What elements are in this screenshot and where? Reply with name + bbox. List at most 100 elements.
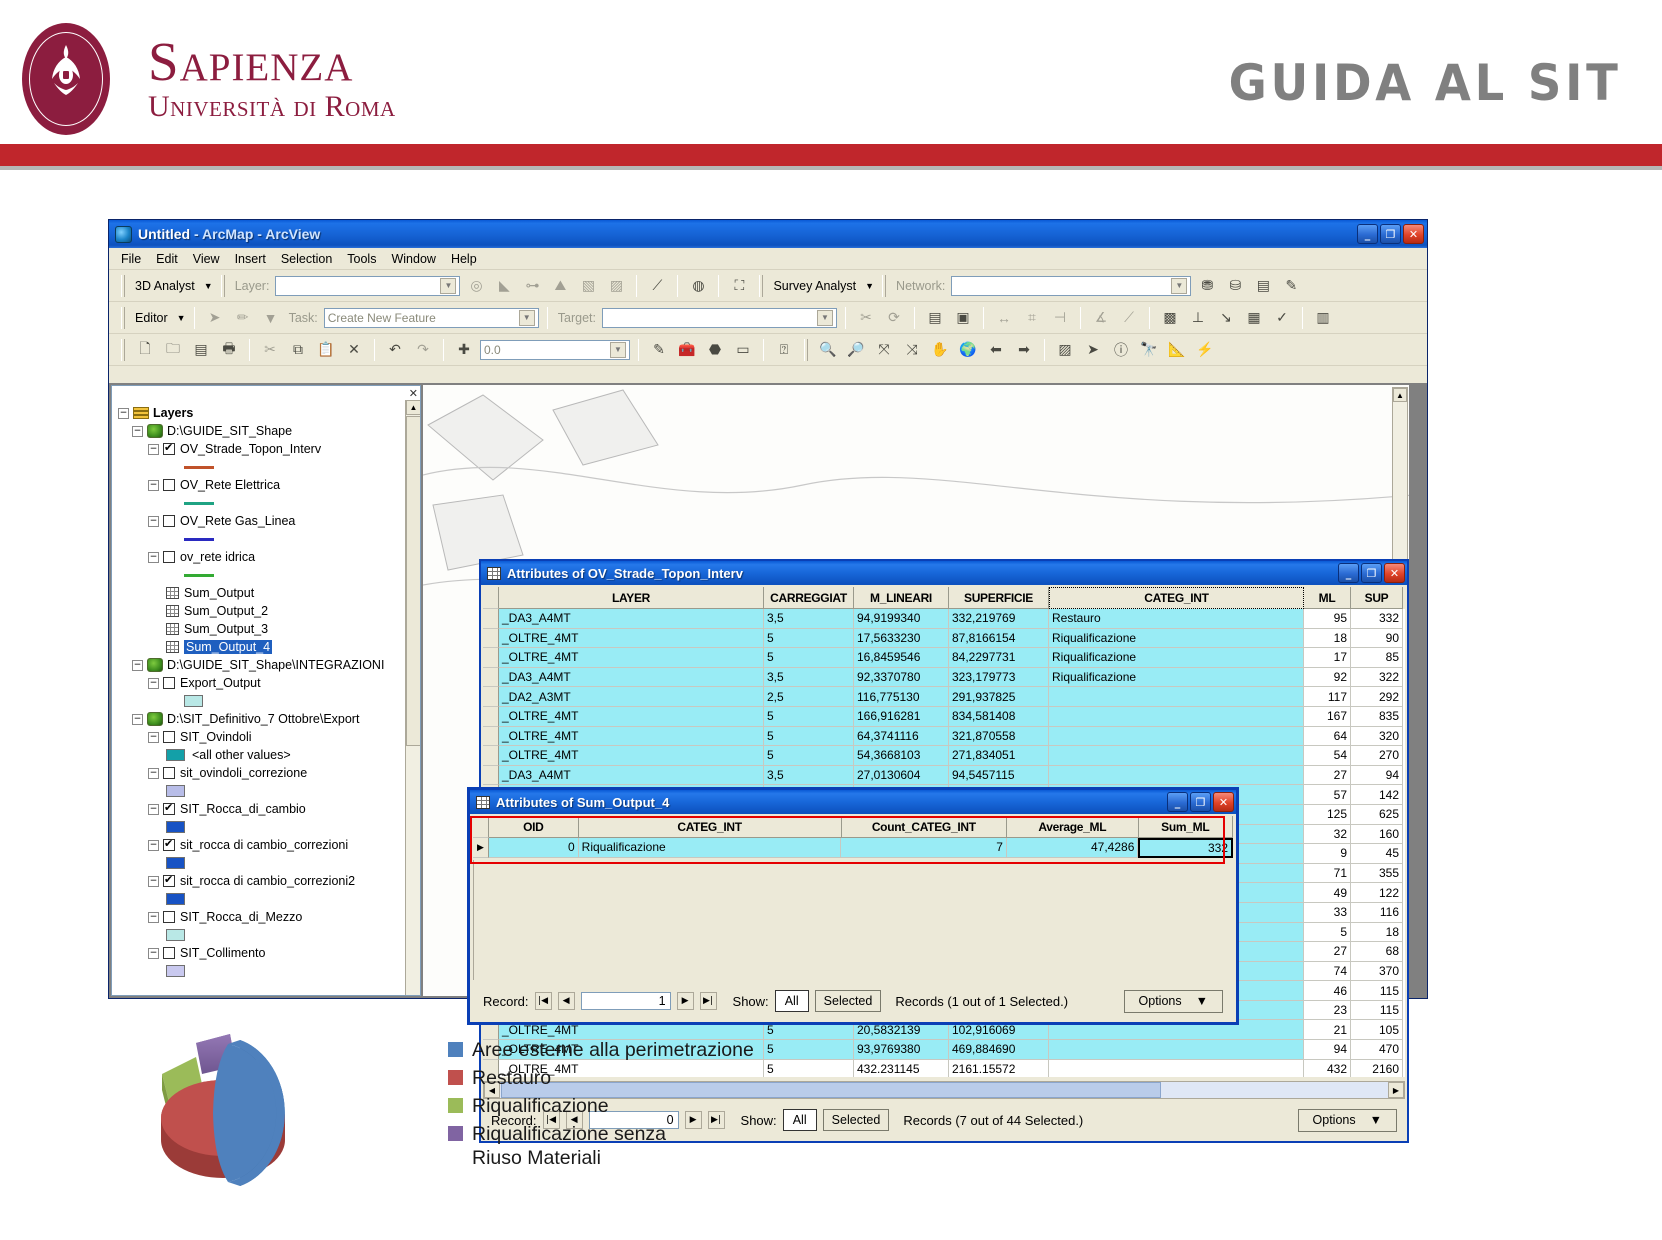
record-number-input[interactable]: 1	[580, 992, 671, 1010]
parcel-icon[interactable]: ▩	[1158, 306, 1182, 330]
layer-visibility-checkbox[interactable]	[163, 801, 175, 815]
column-header-count[interactable]: Count_CATEG_INT	[841, 816, 1008, 838]
expander-icon[interactable]: −	[132, 659, 143, 671]
first-record-button[interactable]: |◀	[534, 992, 552, 1010]
help-pointer-icon[interactable]: ⍰	[772, 338, 796, 362]
tree-table-0-1[interactable]: Sum_Output_2	[118, 602, 404, 620]
layer-visibility-checkbox[interactable]	[163, 767, 175, 779]
scroll-thumb[interactable]	[406, 416, 420, 746]
command-line-icon[interactable]: ▭	[731, 338, 755, 362]
select-elements-arrow-icon[interactable]: ➤	[1081, 338, 1105, 362]
cogo-icon[interactable]: ∡	[1089, 306, 1113, 330]
cutfill-icon[interactable]: ▨	[604, 274, 628, 298]
column-header-sup[interactable]: SUP	[1351, 587, 1403, 609]
toolbar-grip[interactable]	[804, 338, 808, 361]
row-header[interactable]	[483, 648, 499, 668]
identify-icon[interactable]: ⓘ	[1109, 338, 1133, 362]
toc-close-icon[interactable]: ✕	[409, 387, 418, 400]
tree-root-layers[interactable]: − Layers	[118, 404, 404, 422]
column-header-categ-int[interactable]: CATEG_INT	[578, 816, 842, 838]
layer-visibility-checkbox[interactable]	[163, 911, 175, 923]
cut-icon[interactable]: ✂	[258, 338, 282, 362]
chevron-down-icon[interactable]: ▼	[865, 281, 874, 291]
find-binoculars-icon[interactable]: 🔭	[1137, 338, 1161, 362]
survey-report-icon[interactable]: ▤	[1251, 274, 1275, 298]
minimize-button[interactable]: _	[1357, 224, 1378, 244]
edit-arrow-icon[interactable]: ➤	[203, 306, 227, 330]
zoom-in-icon[interactable]: 🔍	[816, 338, 840, 362]
menu-item-file[interactable]: File	[121, 252, 141, 266]
model-builder-icon[interactable]: ⬣	[703, 338, 727, 362]
tree-layer-2-2[interactable]: − SIT_Rocca_di_cambio	[118, 800, 404, 818]
expander-icon[interactable]: −	[148, 839, 159, 851]
expander-icon[interactable]: −	[148, 947, 159, 959]
save-icon[interactable]: ▤	[189, 338, 213, 362]
sketch-properties-icon[interactable]: ▣	[951, 306, 975, 330]
close-button[interactable]: ✕	[1213, 792, 1234, 812]
row-header[interactable]	[483, 628, 499, 649]
back-extent-icon[interactable]: ⬅	[984, 338, 1008, 362]
scroll-up-icon[interactable]: ▲	[1393, 388, 1407, 402]
sum-window-title-bar[interactable]: Attributes of Sum_Output_4 _ ❐ ✕	[470, 790, 1236, 814]
toolbar-grip[interactable]	[121, 274, 125, 297]
tree-layer-1-0[interactable]: − Export_Output	[118, 674, 404, 692]
traverse-icon[interactable]: ⟋	[1117, 306, 1141, 330]
rotate-icon[interactable]: ⟳	[882, 306, 906, 330]
table-row[interactable]: _OLTRE_4MT 5 17,5633230 87,8166154 Riqualifi…	[483, 628, 1405, 649]
sum-table-row[interactable]: ▶ 0 Riqualificazione 7 47,4286 332	[473, 838, 1233, 858]
network-combo[interactable]: ▼	[951, 275, 1192, 296]
row-header[interactable]	[483, 687, 499, 707]
menu-item-tools[interactable]: Tools	[347, 252, 376, 266]
print-icon[interactable]: 🖶	[217, 338, 241, 362]
sum-grid[interactable]: OID CATEG_INT Count_CATEG_INT Average_ML…	[473, 816, 1233, 860]
table-row[interactable]: _DA3_A4MT 3,5 27,0130604 94,5457115 27 94	[483, 765, 1405, 786]
last-record-button[interactable]: ▶|	[699, 992, 717, 1010]
minimize-button[interactable]: _	[1338, 563, 1359, 583]
aspect-icon[interactable]: ⊶	[520, 274, 544, 298]
arcscene-icon[interactable]: ⛶	[727, 274, 751, 298]
table-row[interactable]: _OLTRE_4MT 5 64,3741116 321,870558 64 320	[483, 726, 1405, 747]
table-row[interactable]: _OLTRE_4MT 5 16,8459546 84,2297731 Riqualifi…	[483, 648, 1405, 668]
chevron-down-icon[interactable]: ▼	[518, 309, 535, 326]
layer-combo[interactable]: ▼	[275, 275, 461, 296]
menu-item-insert[interactable]: Insert	[235, 252, 266, 266]
expander-icon[interactable]: −	[148, 731, 159, 743]
survey-edit-icon[interactable]: ✎	[1279, 274, 1303, 298]
row-header[interactable]	[483, 726, 499, 747]
split-icon[interactable]: ✂	[854, 306, 878, 330]
curve-icon[interactable]: ↘	[1214, 306, 1238, 330]
column-header-oid[interactable]: OID	[489, 816, 579, 838]
new-document-icon[interactable]: 🗋	[133, 338, 157, 362]
table-row[interactable]: _DA3_A4MT 3,5 92,3370780 323,179773 Riqualif…	[483, 667, 1405, 688]
menu-item-help[interactable]: Help	[451, 252, 477, 266]
expander-icon[interactable]: −	[148, 551, 159, 563]
expander-icon[interactable]: −	[148, 911, 159, 923]
expander-icon[interactable]: −	[148, 515, 159, 527]
task-combo[interactable]: Create New Feature ▼	[323, 307, 539, 328]
editor-options-icon[interactable]: ▥	[1311, 306, 1335, 330]
toolbar-grip[interactable]	[121, 338, 125, 361]
full-extent-globe-icon[interactable]: 🌍	[956, 338, 980, 362]
menu-item-edit[interactable]: Edit	[156, 252, 178, 266]
copy-icon[interactable]: ⧉	[286, 338, 310, 362]
pan-hand-icon[interactable]: ✋	[928, 338, 952, 362]
survey-analyst-dropdown[interactable]: Survey Analyst	[771, 279, 858, 293]
options-button[interactable]: Options ▼	[1123, 989, 1223, 1013]
measure-icon[interactable]: ⊣	[1048, 306, 1072, 330]
editor-toolbar-icon[interactable]: ✎	[647, 338, 671, 362]
slope-icon[interactable]: ◣	[492, 274, 516, 298]
tree-group-0[interactable]: − D:\GUIDE_SIT_Shape	[118, 422, 404, 440]
menu-item-view[interactable]: View	[193, 252, 220, 266]
chevron-down-icon[interactable]: ▼	[816, 309, 833, 326]
row-header[interactable]	[483, 706, 499, 727]
hyperlink-lightning-icon[interactable]: ⚡	[1193, 338, 1217, 362]
menu-item-selection[interactable]: Selection	[281, 252, 332, 266]
expander-icon[interactable]: −	[148, 875, 159, 887]
editor-dropdown[interactable]: Editor	[133, 311, 170, 325]
chevron-down-icon[interactable]: ▼	[610, 341, 626, 358]
chevron-down-icon[interactable]: ▼	[1370, 1113, 1382, 1127]
target-combo[interactable]: ▼	[601, 307, 837, 328]
row-header[interactable]	[483, 667, 499, 688]
column-header-ml[interactable]: ML	[1304, 587, 1351, 609]
tree-layer-2-0[interactable]: − SIT_Ovindoli	[118, 728, 404, 746]
